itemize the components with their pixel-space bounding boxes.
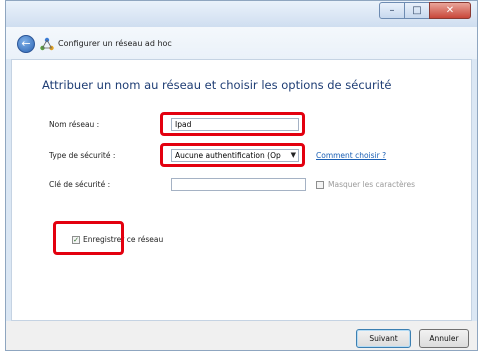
cancel-button[interactable]: Annuler (419, 329, 469, 348)
save-network-checkbox[interactable]: ✓ (72, 236, 80, 244)
caption-buttons: – □ ✕ (379, 2, 471, 19)
hide-characters-label: Masquer les caractères (328, 180, 416, 189)
security-type-value: Aucune authentification (Op (175, 151, 281, 160)
security-key-label: Clé de sécurité : (49, 180, 111, 189)
network-name-input[interactable]: Ipad (171, 118, 299, 131)
back-arrow-icon[interactable]: ← (17, 35, 35, 53)
security-type-select[interactable]: Aucune authentification (Op ▼ (171, 149, 299, 162)
security-type-label: Type de sécurité : (49, 151, 116, 160)
security-key-input[interactable] (171, 178, 306, 191)
save-network-label: Enregistrer ce réseau (83, 235, 164, 244)
chevron-down-icon: ▼ (290, 151, 296, 159)
maximize-button[interactable]: □ (404, 2, 430, 19)
dialog-window: – □ ✕ ← Configurer un réseau ad hoc Attr… (5, 0, 478, 351)
hide-characters-checkbox[interactable] (316, 181, 324, 189)
window-title: Configurer un réseau ad hoc (58, 39, 172, 48)
how-to-choose-link[interactable]: Comment choisir ? (316, 151, 386, 160)
adhoc-network-icon (40, 37, 54, 51)
wizard-content: Attribuer un nom au réseau et choisir le… (11, 59, 472, 321)
title-bar: – □ ✕ (6, 1, 477, 27)
navigation-row: ← Configurer un réseau ad hoc (6, 27, 477, 59)
close-button[interactable]: ✕ (429, 2, 471, 19)
page-heading: Attribuer un nom au réseau et choisir le… (42, 78, 392, 92)
next-button[interactable]: Suivant (356, 329, 411, 348)
minimize-button[interactable]: – (379, 2, 405, 19)
wizard-footer: Suivant Annuler (6, 321, 477, 350)
network-name-label: Nom réseau : (49, 120, 100, 129)
